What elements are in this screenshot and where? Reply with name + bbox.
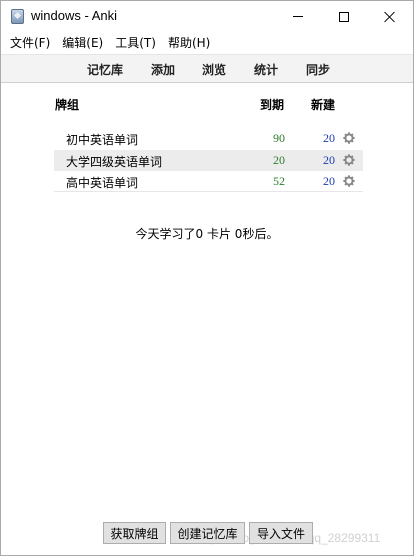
deck-new-count: 20 — [323, 174, 335, 188]
deck-due-count: 52 — [273, 174, 285, 188]
toolbar-browse[interactable]: 浏览 — [202, 61, 226, 78]
deck-row: 大学四级英语单词 20 20 — [54, 150, 363, 171]
menu-tools[interactable]: 工具(T) — [109, 32, 162, 53]
close-icon — [384, 11, 396, 23]
toolbar-add[interactable]: 添加 — [151, 61, 175, 78]
deck-due-count: 20 — [273, 153, 285, 167]
gear-icon[interactable] — [342, 174, 356, 188]
deck-name-link[interactable]: 高中英语单词 — [66, 174, 138, 191]
minimize-button[interactable] — [275, 1, 321, 32]
window-title: windows - Anki — [31, 8, 117, 23]
anki-main-window: windows - Anki 文件(F) 编辑(E) 工具(T) 帮助(H) 记… — [0, 0, 414, 556]
get-shared-button[interactable]: 获取牌组 — [103, 522, 166, 544]
maximize-icon — [339, 11, 349, 22]
deck-due-count: 90 — [273, 131, 285, 145]
deck-row: 高中英语单词 52 20 — [54, 171, 363, 192]
deck-new-count: 20 — [323, 131, 335, 145]
deck-name-link[interactable]: 大学四级英语单词 — [66, 153, 162, 170]
deck-row: 初中英语单词 90 20 — [54, 128, 363, 149]
menu-file[interactable]: 文件(F) — [4, 32, 56, 53]
gear-icon[interactable] — [342, 131, 356, 145]
deck-new-count: 20 — [323, 153, 335, 167]
maximize-button[interactable] — [321, 1, 367, 32]
minimize-icon — [293, 16, 303, 17]
studied-today-summary: 今天学习了0 卡片 0秒后。 — [135, 227, 279, 241]
create-deck-button[interactable]: 创建记忆库 — [170, 522, 245, 544]
header-due: 到期 — [260, 98, 285, 112]
menu-bar: 文件(F) 编辑(E) 工具(T) 帮助(H) — [1, 32, 413, 53]
import-file-button[interactable]: 导入文件 — [249, 522, 313, 544]
toolbar-decks[interactable]: 记忆库 — [87, 61, 123, 78]
gear-icon[interactable] — [342, 153, 356, 167]
menu-edit[interactable]: 编辑(E) — [56, 32, 109, 53]
deck-name-link[interactable]: 初中英语单词 — [66, 131, 138, 148]
menu-help[interactable]: 帮助(H) — [162, 32, 216, 53]
toolbar-sync[interactable]: 同步 — [306, 61, 330, 78]
toolbar-stats[interactable]: 统计 — [254, 61, 278, 78]
close-button[interactable] — [367, 1, 413, 32]
anki-app-icon — [11, 9, 24, 24]
main-toolbar: 记忆库 添加 浏览 统计 同步 — [1, 54, 413, 83]
header-new: 新建 — [311, 98, 336, 112]
header-deck: 牌组 — [55, 98, 80, 112]
title-bar: windows - Anki — [1, 1, 413, 32]
